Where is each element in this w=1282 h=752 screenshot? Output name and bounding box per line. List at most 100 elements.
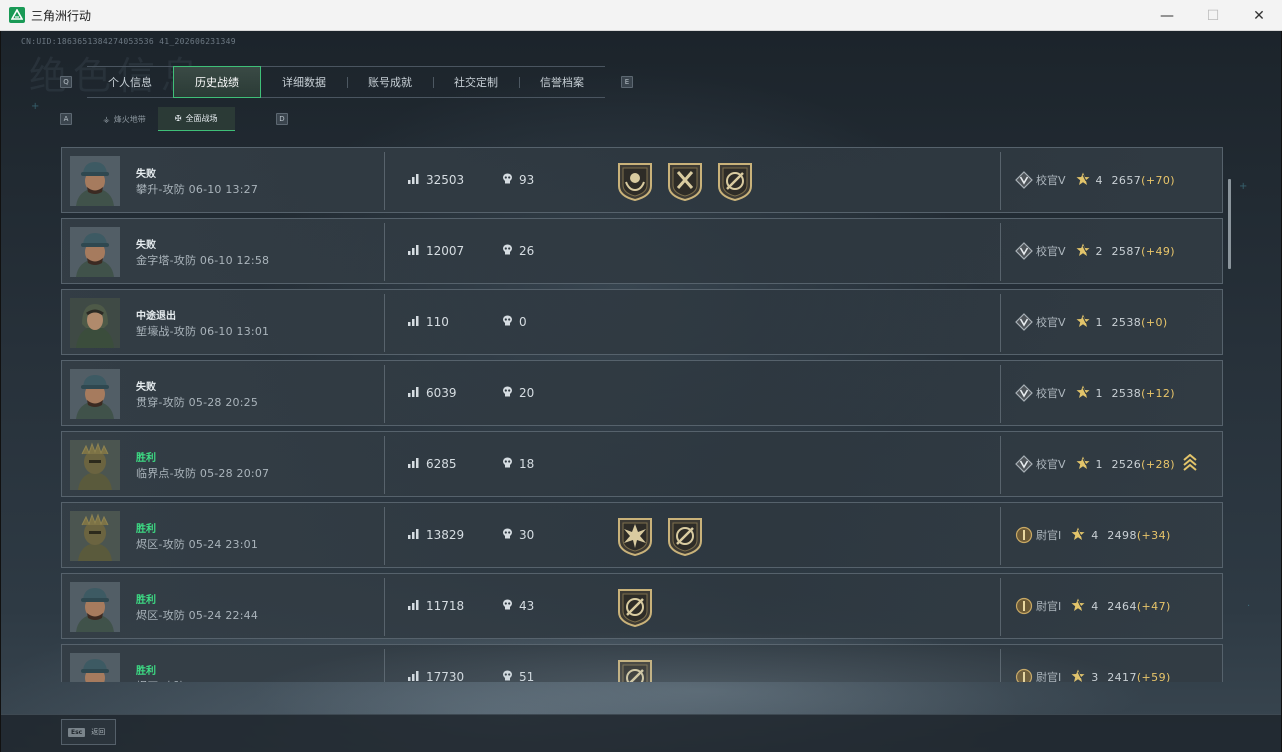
rank-name: 校官V <box>1036 174 1066 187</box>
target-medal-icon[interactable] <box>615 586 655 628</box>
rank-points: 2417 <box>1107 670 1137 683</box>
row-divider <box>384 436 385 494</box>
score-value: 17730 <box>426 670 465 682</box>
bar-chart-icon <box>408 528 426 542</box>
target-medal-icon[interactable] <box>665 515 705 557</box>
kills-stat: 0 <box>502 315 527 329</box>
kills-stat: 18 <box>502 457 534 471</box>
skull-icon <box>502 457 519 471</box>
tab-2[interactable]: 详细数据 <box>261 67 347 97</box>
rank-points: 2526 <box>1111 457 1142 471</box>
rank-points: 2657 <box>1111 173 1142 187</box>
skull-icon <box>502 599 519 613</box>
bar-chart-icon <box>408 386 426 400</box>
tab-4[interactable]: 社交定制 <box>433 67 519 97</box>
row-divider <box>1000 578 1001 636</box>
match-result: 失败 <box>136 382 156 393</box>
rank-name: 校官V <box>1036 245 1066 258</box>
row-divider <box>384 152 385 210</box>
bar-chart-icon <box>408 670 426 682</box>
subtab-prev-key[interactable]: A <box>60 113 72 125</box>
match-row[interactable]: 失败 金字塔-攻防 06-10 12:58 12007 26 校官V 2 2587 (+49) <box>61 218 1223 284</box>
back-button-label: 返回 <box>91 728 106 736</box>
rank-points: 2498 <box>1107 528 1137 542</box>
star-icon <box>1076 456 1090 473</box>
tab-next-key[interactable]: E <box>621 76 633 88</box>
match-row[interactable]: 胜利烬区-攻防 05-22 20:15 17730 51 尉官Ⅰ 3 2417(+59) <box>61 644 1223 682</box>
star-icon <box>1076 385 1090 402</box>
match-map-time: 烬区-攻防 05-24 22:44 <box>136 609 259 622</box>
match-row[interactable]: 失败 贯穿-攻防 05-28 20:25 6039 20 校官V 1 2538 (+12) <box>61 360 1223 426</box>
kills-value: 51 <box>519 670 535 682</box>
match-row[interactable]: 胜利 烬区-攻防 05-24 23:01 13829 30 尉官Ⅰ 4 2498 (+34) <box>61 502 1223 568</box>
target-medal-icon[interactable] <box>715 160 755 202</box>
subtab-next-key[interactable]: D <box>276 113 288 125</box>
kills-stat: 43 <box>502 599 534 613</box>
esc-key-hint: Esc <box>68 727 86 737</box>
match-result: 失败 <box>136 240 156 251</box>
rank-badge-icon <box>1015 597 1033 615</box>
row-divider <box>1000 152 1001 210</box>
laurel-medal-icon[interactable] <box>615 160 655 202</box>
star-count: 1 <box>1095 457 1103 471</box>
skull-icon <box>502 386 519 400</box>
operator-avatar <box>70 511 120 561</box>
match-result: 中途退出 <box>136 311 176 322</box>
star-icon <box>1076 243 1090 260</box>
rank-badge-icon <box>1015 668 1033 682</box>
decor-crosshair-icon: · <box>1247 601 1251 612</box>
rank-info: 校官V 1 2538 (+0) <box>1015 313 1168 331</box>
close-button[interactable]: ✕ <box>1236 0 1282 31</box>
score-stat: 11718 <box>408 599 464 613</box>
rank-info: 校官V 4 2657 (+70) <box>1015 171 1175 189</box>
match-row[interactable]: 胜利 烬区-攻防 05-24 22:44 11718 43 尉官Ⅰ 4 2464 (+47) <box>61 573 1223 639</box>
match-map-time: 攀升-攻防 06-10 13:27 <box>136 183 259 196</box>
rank-points-delta: (+28) <box>1141 457 1175 471</box>
kills-stat: 93 <box>502 173 534 187</box>
match-row[interactable]: 失败 攀升-攻防 06-10 13:27 32503 93 校官V 4 2657 (+70) <box>61 147 1223 213</box>
tab-0[interactable]: 个人信息 <box>87 67 173 97</box>
subtab-1[interactable]: ✠ 全面战场 <box>157 107 235 131</box>
operator-avatar <box>70 227 120 277</box>
score-stat: 32503 <box>408 173 464 187</box>
match-history-list[interactable]: 失败 攀升-攻防 06-10 13:27 32503 93 校官V 4 2657 (+70) 失… <box>61 147 1223 682</box>
match-result: 胜利 <box>136 666 156 677</box>
score-stat: 12007 <box>408 244 464 258</box>
row-divider <box>384 365 385 423</box>
rank-badge-icon <box>1015 171 1033 189</box>
star-count: 4 <box>1091 599 1099 613</box>
list-scrollbar[interactable] <box>1228 179 1231 269</box>
subtab-0[interactable]: ⚶ 烽火地带 <box>91 107 158 131</box>
skull-icon <box>502 528 519 542</box>
kills-stat: 30 <box>502 528 534 542</box>
star-count: 4 <box>1095 173 1103 187</box>
target-medal-icon[interactable] <box>615 657 655 682</box>
match-row[interactable]: 胜利 临界点-攻防 05-28 20:07 6285 18 校官V 1 2526 (+28) <box>61 431 1223 497</box>
row-divider <box>1000 436 1001 494</box>
axes-medal-icon[interactable] <box>665 160 705 202</box>
tab-3[interactable]: 账号成就 <box>347 67 433 97</box>
rank-info: 尉官Ⅰ 4 2464 (+47) <box>1015 597 1171 615</box>
match-map-time: 烬区-攻防 05-24 23:01 <box>136 538 259 551</box>
subtab-label: 烽火地带 <box>113 114 146 124</box>
burst-medal-icon[interactable] <box>615 515 655 557</box>
row-divider <box>384 649 385 682</box>
tab-1[interactable]: 历史战绩 <box>173 66 261 98</box>
bar-chart-icon <box>408 315 426 329</box>
mode-subtab-bar: ⚶ 烽火地带 ✠ 全面战场 <box>91 107 235 131</box>
match-result: 失败 <box>136 169 156 180</box>
window-title: 三角洲行动 <box>31 8 92 23</box>
match-result: 胜利 <box>136 453 156 464</box>
match-row[interactable]: 中途退出 堑壕战-攻防 06-10 13:01 110 0 校官V 1 2538 (+0) <box>61 289 1223 355</box>
tab-prev-key[interactable]: Q <box>60 76 72 88</box>
score-value: 6285 <box>426 457 457 471</box>
minimize-button[interactable]: — <box>1144 0 1190 31</box>
score-value: 12007 <box>426 244 465 258</box>
back-button[interactable]: Esc 返回 <box>61 719 116 745</box>
operator-avatar <box>70 582 120 632</box>
rank-points: 2464 <box>1107 599 1137 613</box>
tab-5[interactable]: 信誉档案 <box>519 67 605 97</box>
maximize-button[interactable]: ☐ <box>1190 0 1236 31</box>
kills-value: 18 <box>519 457 535 471</box>
rank-points-delta: (+12) <box>1141 386 1175 400</box>
